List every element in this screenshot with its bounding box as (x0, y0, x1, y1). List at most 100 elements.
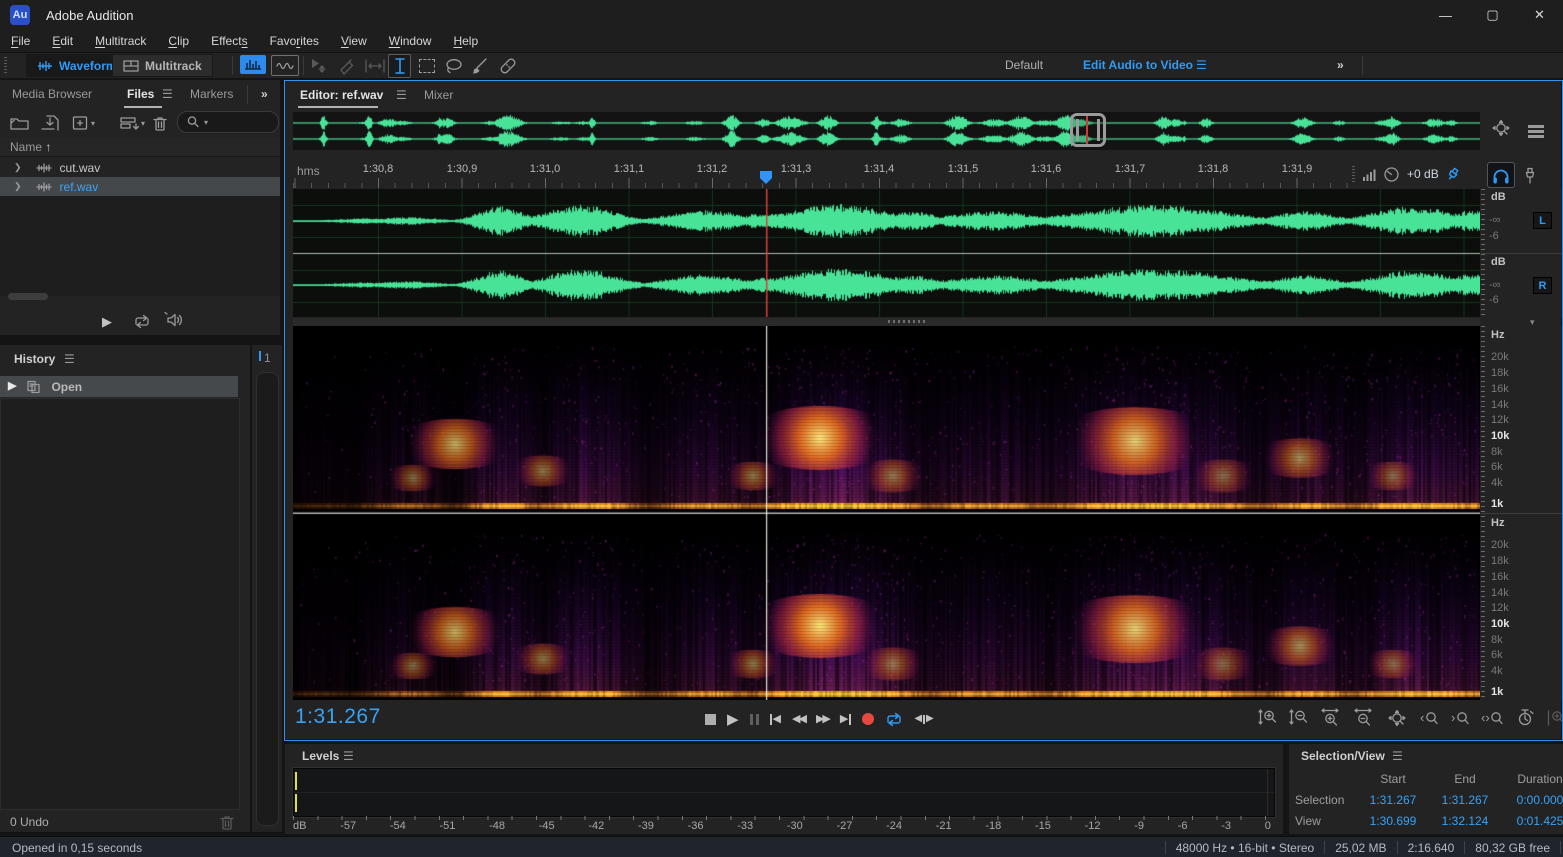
waveform-display[interactable] (293, 189, 1480, 317)
multitrack-editor-button[interactable]: Multitrack (112, 54, 213, 77)
stop-button[interactable] (705, 714, 716, 725)
open-file-icon[interactable] (10, 112, 30, 134)
selection-view-menu-icon[interactable]: ☰ (1392, 749, 1403, 763)
zoom-in-horizontal-button[interactable] (1319, 707, 1343, 729)
tab-markers[interactable]: Markers (190, 87, 233, 101)
pin-icon[interactable] (1446, 167, 1460, 182)
tab-editor[interactable]: Editor: ref.wav (300, 88, 383, 102)
slip-tool[interactable] (363, 55, 387, 77)
skip-to-start-button[interactable]: ◀ (770, 714, 781, 725)
tab-files[interactable]: Files (127, 87, 154, 101)
workspace-active[interactable]: Edit Audio to Video (1083, 58, 1193, 72)
preview-loop-button[interactable] (133, 310, 151, 332)
current-time-display[interactable]: 1:31.267 (295, 705, 381, 729)
search-dropdown-icon[interactable]: ▾ (204, 118, 208, 127)
overview-view-indicator[interactable] (1070, 113, 1106, 147)
pause-button[interactable] (750, 714, 759, 725)
editor-panel-menu-icon[interactable]: ☰ (396, 88, 407, 102)
skip-to-end-button[interactable]: ▶ (840, 714, 851, 725)
menu-favorites[interactable]: Favorites (259, 32, 330, 50)
file-overview-strip[interactable] (293, 112, 1480, 150)
toolbar-grip[interactable] (4, 57, 7, 74)
clear-history-trash-icon[interactable] (218, 811, 236, 833)
overview-menu-icon[interactable] (1526, 120, 1546, 142)
files-search-input[interactable]: ▾ (177, 111, 279, 133)
menu-effects[interactable]: Effects (200, 32, 258, 50)
record-button[interactable] (862, 713, 874, 725)
maximize-button[interactable]: ▢ (1469, 0, 1516, 30)
tab-mixer[interactable]: Mixer (424, 88, 453, 102)
hud-grip[interactable] (1352, 166, 1355, 182)
menu-file[interactable]: File (0, 32, 41, 50)
spot-healing-brush-tool[interactable] (496, 55, 520, 77)
history-item-open[interactable]: ▶ Open (0, 376, 238, 397)
minimize-button[interactable]: — (1422, 0, 1469, 30)
delete-file-icon[interactable] (151, 112, 169, 134)
gain-knob-icon[interactable] (1383, 166, 1400, 183)
files-horizontal-scrollbar[interactable] (8, 293, 48, 300)
name-column-header[interactable]: Name ↑ (10, 140, 51, 154)
selection-end-value[interactable]: 1:31.267 (1429, 793, 1501, 807)
zoom-out-point-button[interactable]: › (1449, 707, 1471, 729)
wave-spectral-splitter[interactable] (293, 318, 1480, 326)
expand-chevron-icon[interactable]: ❯ (14, 181, 22, 192)
workspace-overflow[interactable]: » (1337, 58, 1345, 72)
tab-media-browser[interactable]: Media Browser (12, 87, 92, 101)
show-waveform-toggle[interactable] (240, 55, 266, 74)
skip-selection-button[interactable]: ◀▶ (914, 714, 933, 724)
new-content-icon[interactable]: ▾ (72, 112, 95, 134)
view-end-value[interactable]: 1:32.124 (1429, 814, 1501, 828)
zoom-reset-time-button[interactable] (1514, 707, 1536, 729)
import-file-icon[interactable] (40, 112, 60, 134)
lasso-selection-tool[interactable] (443, 55, 465, 77)
zoom-in-point-button[interactable]: ‹ (1418, 707, 1440, 729)
preview-play-button[interactable]: ▶ (102, 310, 112, 332)
dock-strip-track[interactable] (256, 372, 279, 826)
monitor-headphone-button[interactable] (1487, 162, 1515, 188)
level-meter[interactable] (293, 768, 1275, 817)
file-row-cut[interactable]: ❯ cut.wav (0, 158, 280, 177)
metronome-pin-icon[interactable] (1520, 164, 1540, 186)
time-selection-tool[interactable] (388, 54, 411, 78)
zoom-to-selection-button[interactable]: ‹› (1480, 707, 1505, 729)
selection-duration-value[interactable]: 0:00.000 (1501, 793, 1563, 807)
zoom-in-vertical-button[interactable] (1257, 707, 1279, 729)
razor-tool[interactable] (336, 55, 358, 77)
files-panel-menu-icon[interactable]: ☰ (162, 87, 173, 101)
gain-value[interactable]: +0 dB (1407, 167, 1439, 181)
expand-chevron-icon[interactable]: ❯ (14, 162, 22, 173)
timeline-ruler[interactable]: hms 1:30,8 1:30,9 1:31,0 1:31,1 1:31,2 1… (293, 160, 1480, 188)
workspace-default[interactable]: Default (1005, 58, 1043, 72)
menu-view[interactable]: View (330, 32, 378, 50)
files-tabs-overflow[interactable]: » (261, 87, 269, 101)
view-start-value[interactable]: 1:30.699 (1357, 814, 1429, 828)
frequency-scale[interactable]: Hz 20k 18k 16k 14k 12k 10k 8k 6k 4k 1k H… (1481, 326, 1563, 700)
zoom-out-horizontal-button[interactable] (1352, 707, 1376, 729)
rewind-button[interactable]: ◀◀ (792, 714, 805, 725)
spectral-display[interactable] (293, 326, 1480, 700)
marquee-selection-tool[interactable] (416, 55, 438, 77)
menu-help[interactable]: Help (442, 32, 489, 50)
menu-multitrack[interactable]: Multitrack (84, 32, 157, 50)
play-button[interactable]: ▶ (727, 712, 739, 727)
history-panel-menu-icon[interactable]: ☰ (64, 352, 75, 366)
menu-clip[interactable]: Clip (157, 32, 200, 50)
zoom-out-vertical-button[interactable] (1288, 707, 1310, 729)
loop-playback-button[interactable] (885, 712, 903, 727)
left-channel-badge[interactable]: L (1533, 212, 1552, 229)
overview-zoom-nav-icon[interactable] (1490, 118, 1512, 140)
file-row-ref[interactable]: ❯ ref.wav (0, 177, 280, 196)
show-spectral-toggle[interactable] (271, 55, 299, 76)
zoom-reset-button[interactable] (1385, 707, 1409, 729)
fast-forward-button[interactable]: ▶▶ (816, 714, 829, 725)
amplitude-scale[interactable]: dB -∞ -6 L dB -∞ -6 R (1481, 189, 1563, 318)
insert-into-multitrack-icon[interactable]: ▾ (120, 112, 145, 134)
levels-panel-menu-icon[interactable]: ☰ (343, 749, 354, 763)
close-button[interactable]: ✕ (1516, 0, 1563, 30)
zoom-selection-in-button[interactable] (1545, 707, 1563, 729)
move-tool[interactable] (308, 55, 330, 77)
view-duration-value[interactable]: 0:01.425 (1501, 814, 1563, 828)
paintbrush-selection-tool[interactable] (469, 55, 491, 77)
right-channel-badge[interactable]: R (1533, 277, 1552, 294)
menu-window[interactable]: Window (378, 32, 443, 50)
